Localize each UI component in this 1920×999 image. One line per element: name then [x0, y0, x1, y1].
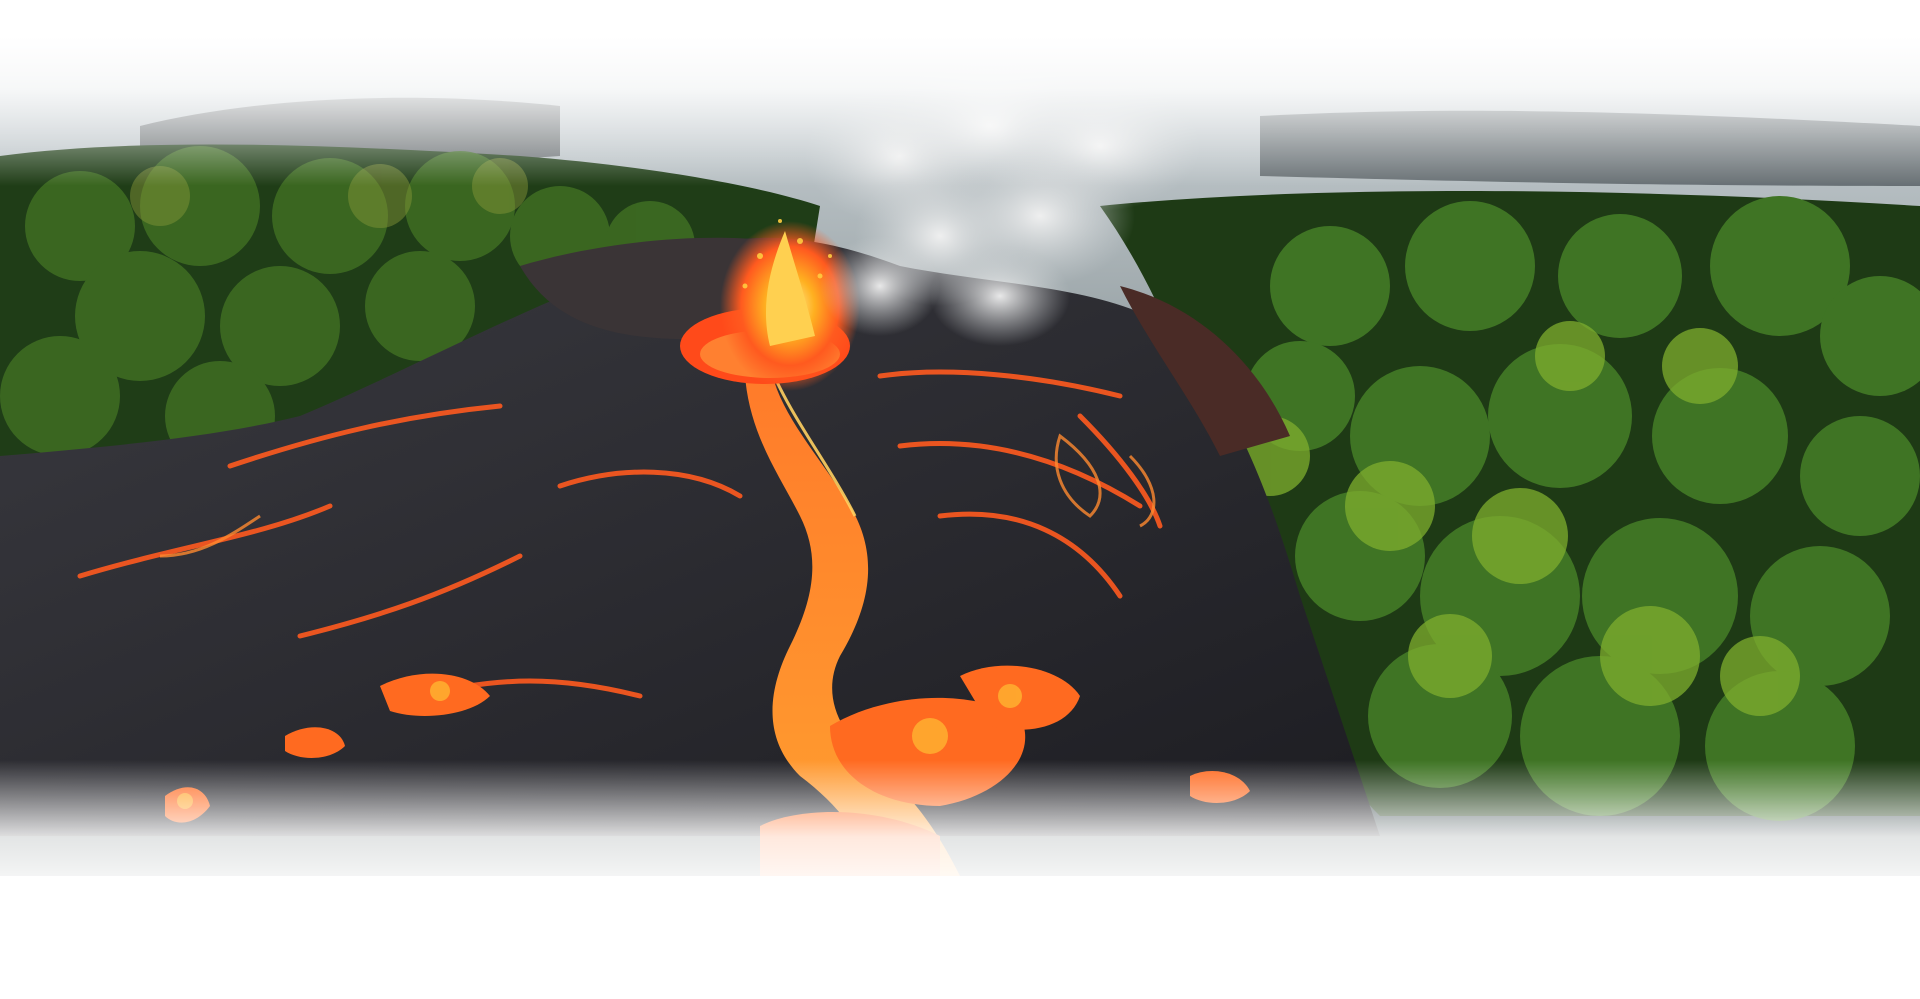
volcano-photo [0, 36, 1920, 876]
volcano-illustration [0, 36, 1920, 876]
page [0, 0, 1920, 999]
